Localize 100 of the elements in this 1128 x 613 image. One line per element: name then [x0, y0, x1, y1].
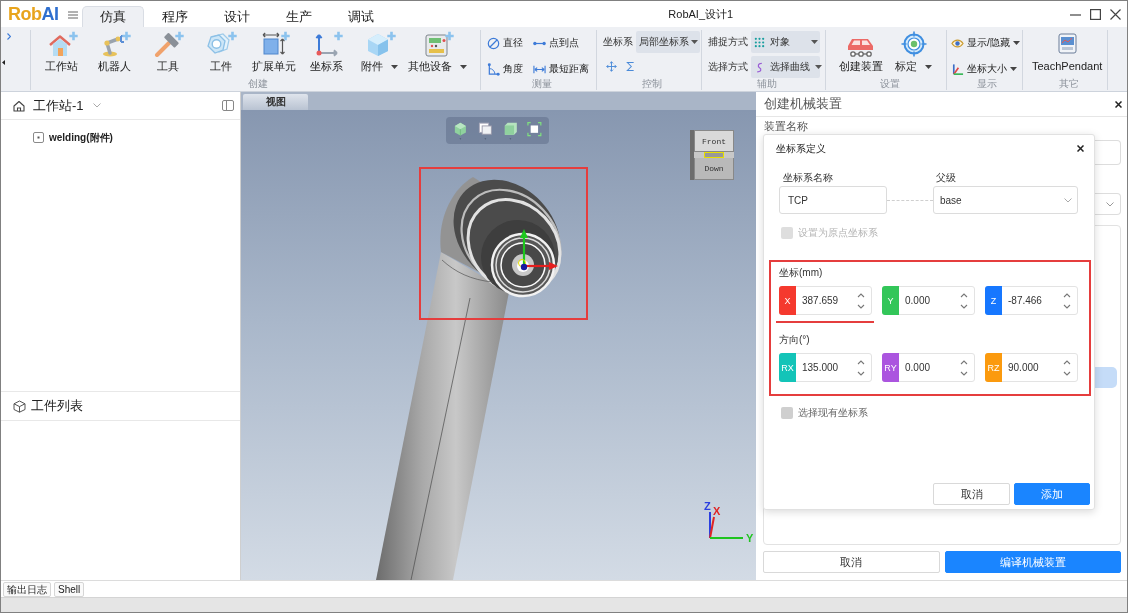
dropdown[interactable]: 局部坐标系 [636, 31, 700, 53]
ribbon-button[interactable]: 最短距离 [533, 60, 589, 78]
ribbon-button[interactable]: TeachPendant [1030, 30, 1105, 76]
input-field[interactable]: TCP [779, 186, 887, 214]
group-label: 测量 [531, 78, 552, 90]
ribbon-button[interactable]: 扩展单元 [247, 30, 300, 76]
solid-cube-icon[interactable] [502, 120, 518, 141]
cube-face-label: Down [704, 164, 724, 173]
view-tab[interactable]: 视图 [243, 94, 308, 110]
ribbon-button[interactable]: 附件 [353, 30, 406, 76]
panel-title: 工件列表 [31, 397, 83, 415]
triangle-left-icon[interactable] [2, 60, 5, 65]
caret-icon [811, 40, 818, 44]
tree-item[interactable]: welding(附件) [33, 130, 113, 145]
iso-cube-icon[interactable] [453, 120, 468, 141]
move-icon[interactable] [606, 60, 617, 72]
panel-title: 创建机械装置 [764, 95, 842, 113]
ribbon-tab[interactable]: 程序 [143, 6, 206, 27]
angle-icon [487, 62, 500, 76]
ribbon-tab[interactable]: 设计 [205, 6, 268, 27]
close-icon[interactable] [1110, 8, 1121, 20]
spinner-arrows-icon[interactable] [960, 291, 968, 310]
panel-button[interactable]: 取消 [763, 551, 940, 573]
checkbox[interactable] [781, 407, 793, 419]
field-label: 装置名称 [764, 120, 808, 133]
maximize-icon[interactable] [1090, 8, 1101, 20]
number-field[interactable]: X 387.659 [779, 286, 872, 315]
close-icon[interactable] [1115, 100, 1122, 108]
spinner-arrows-icon[interactable] [1063, 291, 1071, 310]
caret-icon [815, 65, 822, 69]
number-field[interactable]: RY 0.000 [882, 353, 975, 382]
cube-outline-icon [13, 399, 26, 413]
panel-tab[interactable]: Shell [54, 581, 85, 597]
ribbon-button[interactable]: 显示/隐藏 [951, 34, 1020, 52]
chevron-down-icon [1106, 201, 1114, 207]
ribbon-button[interactable]: 工作站 [35, 30, 88, 76]
app-logo: RobAI [8, 4, 59, 24]
axes-icon [951, 62, 964, 76]
sigma-icon[interactable] [625, 60, 636, 72]
axis-label: Y [746, 532, 754, 544]
ribbon-button[interactable]: 直径 [487, 34, 523, 52]
ribbon-button[interactable]: 创建装置 [834, 30, 887, 76]
number-field[interactable]: RZ 90.000 [985, 353, 1078, 382]
ribbon-tab[interactable]: 仿真 [81, 6, 144, 27]
checkbox-label: 设置为原点坐标系 [798, 226, 878, 240]
spinner-arrows-icon[interactable] [857, 358, 865, 377]
chevron-right-icon[interactable] [7, 33, 11, 40]
diameter-icon [487, 36, 500, 50]
ribbon-button[interactable]: 坐标大小 [951, 60, 1020, 78]
ribbon-button[interactable]: 工具 [141, 30, 194, 76]
group-label: 显示 [976, 78, 997, 90]
number-field[interactable]: Y 0.000 [882, 286, 975, 315]
ribbon-button[interactable]: 机器人 [88, 30, 141, 76]
dropdown[interactable]: 对象 [751, 31, 820, 53]
group-label: 控制 [642, 78, 662, 90]
field-label: 选择方式 [708, 60, 748, 74]
field-label: 父级 [936, 172, 956, 184]
select-field[interactable]: base [933, 186, 1078, 214]
caret-icon [691, 40, 698, 44]
view-cube[interactable]: Front Down [690, 130, 734, 180]
axis-label: RZ [985, 353, 1002, 382]
axis-label: RY [882, 353, 899, 382]
ribbon-button[interactable]: 角度 [487, 60, 523, 78]
chevron-down-icon [1064, 197, 1072, 203]
menu-icon[interactable] [67, 11, 78, 19]
axis-label: Z [704, 500, 711, 512]
panel-button[interactable]: 编译机械装置 [944, 551, 1121, 573]
ribbon-button[interactable]: 点到点 [533, 34, 589, 52]
spinner-arrows-icon[interactable] [960, 358, 968, 377]
section-label: 方向(°) [779, 334, 810, 346]
panel-tab[interactable]: 输出日志 [3, 581, 51, 597]
ribbon-button[interactable]: 其他设备 [406, 30, 469, 76]
ribbon-tab[interactable]: 调试 [329, 6, 392, 27]
axis-label: X [779, 286, 796, 315]
spinner-arrows-icon[interactable] [1063, 358, 1071, 377]
dot-grid-icon [754, 36, 765, 48]
axis-label: X [713, 505, 721, 517]
field-label: 坐标系 [603, 35, 633, 49]
ribbon-button[interactable]: 标定 [887, 30, 940, 76]
dialog-title: 坐标系定义 [776, 141, 826, 156]
field-label: 捕捉方式 [708, 35, 748, 49]
home-icon [13, 99, 25, 112]
dialog-button[interactable]: 添加 [1014, 483, 1090, 505]
sidebar-toggle-icon[interactable] [222, 100, 234, 111]
overlapping-squares-icon[interactable] [477, 120, 493, 141]
group-label: 其它 [1058, 78, 1079, 90]
group-label: 设置 [880, 78, 900, 90]
close-icon[interactable] [1077, 145, 1084, 152]
ribbon-button[interactable]: 坐标系 [300, 30, 353, 76]
number-field[interactable]: RX 135.000 [779, 353, 872, 382]
number-field[interactable]: Z -87.466 [985, 286, 1078, 315]
window-title: RobAI_设计1 [668, 6, 734, 22]
dropdown[interactable]: 选择曲线 [751, 56, 820, 78]
ribbon-button[interactable]: 工件 [194, 30, 247, 76]
chevron-down-icon[interactable] [92, 103, 101, 108]
dialog-button[interactable]: 取消 [933, 483, 1010, 505]
spinner-arrows-icon[interactable] [857, 291, 865, 310]
ribbon-tab[interactable]: 生产 [267, 6, 330, 27]
panel-title: 工作站-1 [33, 96, 84, 115]
cube-face-label: Front [702, 136, 726, 146]
